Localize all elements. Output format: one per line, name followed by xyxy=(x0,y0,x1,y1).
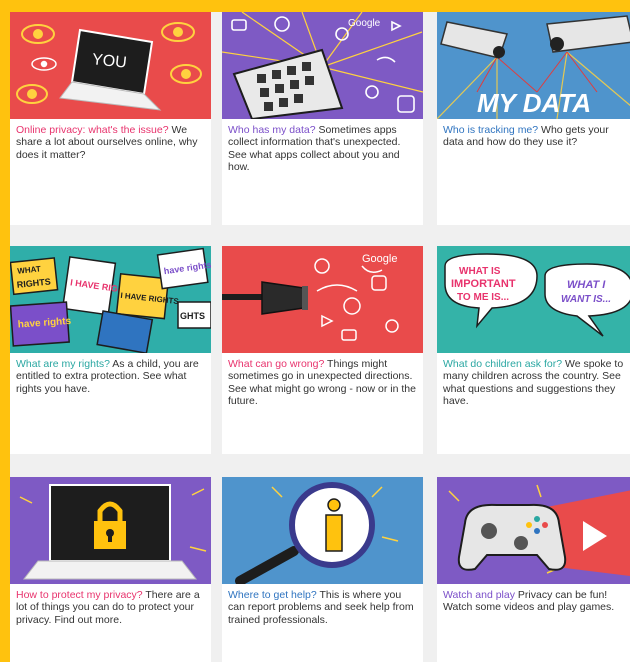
card-who-has-my-data[interactable]: Google Who has my data? Sometimes apps c… xyxy=(222,12,423,225)
card-what-do-children-ask-for[interactable]: WHAT IS IMPORTANT TO ME IS... WHAT I WAN… xyxy=(437,246,630,454)
laptop-eyes-icon: YOU xyxy=(10,12,211,119)
phone-apps-icon: Google xyxy=(222,12,423,119)
sign-text: GHTS xyxy=(180,311,205,321)
image-label: MY DATA xyxy=(477,88,591,118)
magnifier-info-icon xyxy=(222,477,423,584)
yellow-frame-left xyxy=(0,0,10,662)
laptop-padlock-icon xyxy=(10,477,211,584)
card-what-are-my-rights[interactable]: WHAT RIGHTS I HAVE RIGHTS have rights I … xyxy=(10,246,211,454)
card-who-is-tracking-me[interactable]: MY DATA Who is tracking me? Who gets you… xyxy=(437,12,630,225)
card-watch-and-play[interactable]: Watch and play Privacy can be fun! Watch… xyxy=(437,477,630,662)
card-title[interactable]: Who has my data? xyxy=(228,124,316,136)
card-what-can-go-wrong[interactable]: Google What can go wrong? Things might s… xyxy=(222,246,423,454)
card-image[interactable]: YOU xyxy=(10,12,211,119)
bubble-text: WANT IS... xyxy=(561,294,611,305)
card-online-privacy[interactable]: YOU Online privacy: what's the issue? We… xyxy=(10,12,211,225)
card-where-to-get-help[interactable]: Where to get help? This is where you can… xyxy=(222,477,423,662)
card-title[interactable]: How to protect my privacy? xyxy=(16,589,143,601)
card-image[interactable]: Google xyxy=(222,12,423,119)
vacuum-cleaner-icon: Google xyxy=(222,246,423,353)
card-how-to-protect-my-privacy[interactable]: How to protect my privacy? There are a l… xyxy=(10,477,211,662)
card-title[interactable]: Where to get help? xyxy=(228,589,317,601)
card-image[interactable]: MY DATA xyxy=(437,12,630,119)
card-title[interactable]: Online privacy: what's the issue? xyxy=(16,124,169,136)
bubble-text: IMPORTANT xyxy=(451,278,516,290)
card-image[interactable] xyxy=(10,477,211,584)
image-label: Google xyxy=(348,18,381,29)
card-title[interactable]: Who is tracking me? xyxy=(443,124,538,136)
card-title[interactable]: Watch and play xyxy=(443,589,515,601)
speech-bubbles-icon: WHAT IS IMPORTANT TO ME IS... WHAT I WAN… xyxy=(437,246,630,353)
card-image[interactable] xyxy=(222,477,423,584)
card-image[interactable]: WHAT IS IMPORTANT TO ME IS... WHAT I WAN… xyxy=(437,246,630,353)
card-title[interactable]: What are my rights? xyxy=(16,358,110,370)
card-title[interactable]: What can go wrong? xyxy=(228,358,324,370)
bubble-text: WHAT I xyxy=(567,279,606,291)
image-label: Google xyxy=(362,253,397,265)
bubble-text: WHAT IS xyxy=(459,266,501,277)
card-image[interactable] xyxy=(437,477,630,584)
card-image[interactable]: WHAT RIGHTS I HAVE RIGHTS have rights I … xyxy=(10,246,211,353)
image-label: YOU xyxy=(91,51,127,72)
protest-signs-icon: WHAT RIGHTS I HAVE RIGHTS have rights I … xyxy=(10,246,211,353)
card-image[interactable]: Google xyxy=(222,246,423,353)
yellow-frame-top xyxy=(0,0,630,12)
cctv-camera-icon: MY DATA xyxy=(437,12,630,119)
game-controller-icon xyxy=(437,477,630,584)
card-title[interactable]: What do children ask for? xyxy=(443,358,562,370)
bubble-text: TO ME IS... xyxy=(457,292,509,303)
topic-card-grid: YOU Online privacy: what's the issue? We… xyxy=(10,12,630,662)
